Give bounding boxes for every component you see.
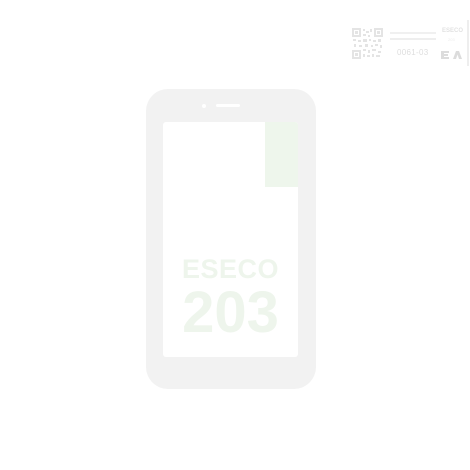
screen-accent-panel — [265, 122, 298, 187]
label-divider — [467, 20, 469, 66]
device-screen: ESECO 203 — [163, 122, 298, 357]
label-brand-sub: 203 — [448, 37, 455, 42]
model-code: 0061-03 — [397, 48, 429, 57]
packaging-label: 0061-03 ESECO 203 — [350, 20, 469, 66]
label-brand: ESECO — [442, 28, 464, 34]
label-text-line — [390, 38, 436, 40]
product-image: 0061-03 ESECO 203 ESECO 203 — [0, 0, 470, 470]
front-camera-icon — [202, 104, 206, 108]
brand-logo-icon — [441, 51, 462, 59]
earpiece-speaker — [216, 104, 240, 107]
tablet-device: ESECO 203 — [146, 89, 316, 389]
label-text-line — [390, 32, 436, 34]
screen-model-number: 203 — [182, 280, 279, 345]
qr-code-icon — [352, 28, 383, 59]
